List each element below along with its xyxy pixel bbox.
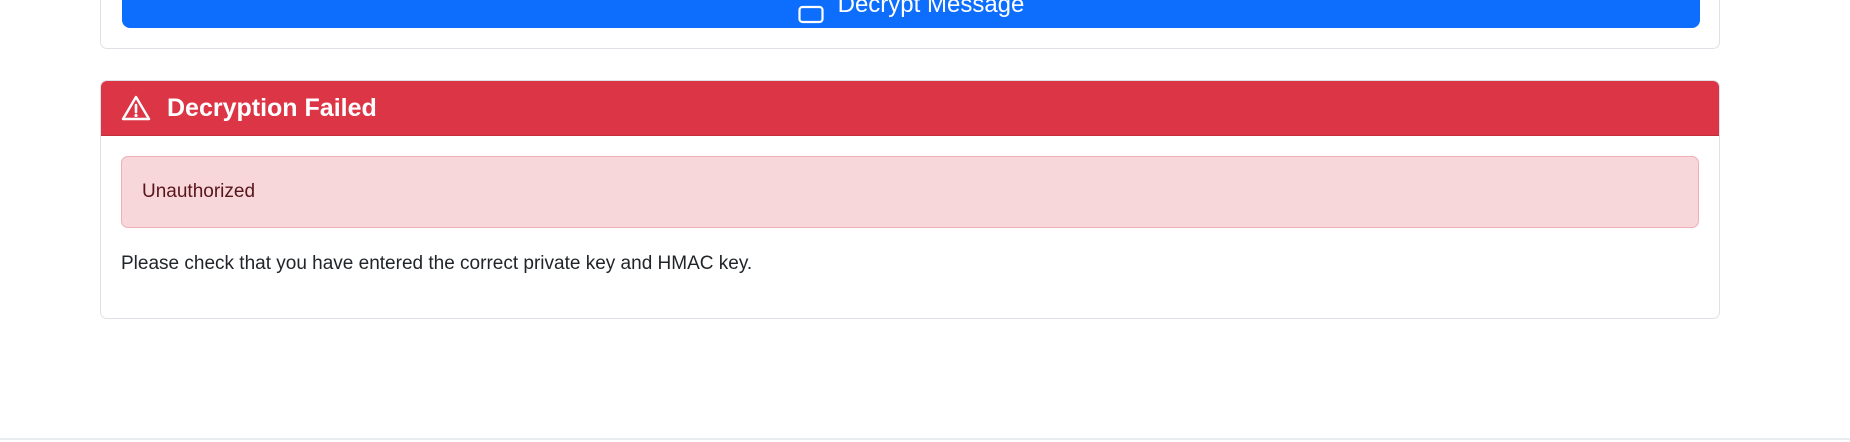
warning-triangle-icon xyxy=(121,94,151,122)
decrypt-message-label: Decrypt Message xyxy=(837,0,1025,18)
footer-divider xyxy=(0,438,1850,440)
result-body: Unauthorized Please check that you have … xyxy=(101,136,1719,295)
result-header: Decryption Failed xyxy=(101,81,1719,136)
result-title: Decryption Failed xyxy=(167,93,377,122)
error-message: Unauthorized xyxy=(142,181,256,202)
decrypt-form-card: Decrypt Message xyxy=(100,0,1720,49)
decryption-result-card: Decryption Failed Unauthorized Please ch… xyxy=(100,80,1720,319)
error-alert: Unauthorized xyxy=(121,156,1699,228)
help-text: Please check that you have entered the c… xyxy=(121,253,753,274)
unlock-icon xyxy=(798,3,824,24)
decrypt-message-button[interactable]: Decrypt Message xyxy=(122,0,1700,28)
